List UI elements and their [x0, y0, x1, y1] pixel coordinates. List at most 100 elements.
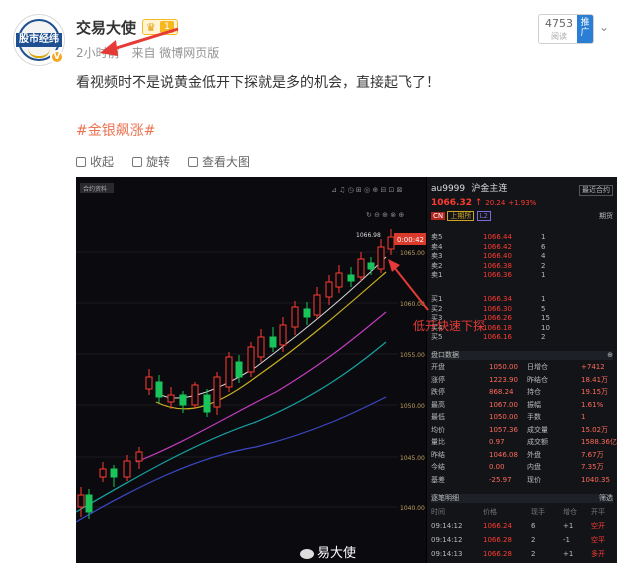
stat-value: 7.67万: [581, 450, 604, 459]
orderbook-row[interactable]: 卖4 1066.42 6: [431, 243, 613, 252]
view-large-button[interactable]: 查看大图: [188, 153, 250, 170]
tag-l2: L2: [476, 211, 491, 221]
orderbook-row[interactable]: 买2 1066.30 5: [431, 305, 613, 314]
stats-title: 盘口数据: [431, 351, 459, 359]
moving-averages: [76, 256, 387, 523]
latest-price-label: 1066.98: [356, 232, 381, 239]
candle-body: [99, 468, 107, 478]
stat-key: 昨结仓: [527, 375, 548, 384]
stat-value: 1: [581, 413, 586, 421]
trade-kind: 空平: [591, 536, 605, 544]
orderbook-row[interactable]: 卖3 1066.40 4: [431, 252, 613, 261]
crown-icon: ♛: [146, 21, 156, 34]
orderbook-row[interactable]: 卖2 1066.38 2: [431, 262, 613, 271]
trades-header: 时间 价格 现手 增仓 开平: [431, 508, 613, 517]
orderbook-row[interactable]: 卖5 1066.44 1: [431, 233, 613, 242]
avatar-text: 股市经纬: [16, 33, 62, 47]
username[interactable]: 交易大使: [76, 17, 136, 38]
orderbook-row[interactable]: 买5 1066.16 2: [431, 333, 613, 342]
tag-cn: CN: [431, 212, 446, 220]
stats-row: 涨停 1223.90 昨结仓 18.41万: [431, 376, 613, 385]
candle-body: [347, 274, 355, 282]
post-image[interactable]: 合约资料 ⊿ ♫ ◷ ⊞ ◎ ⊕ ⊟ ⊡ ⊠ ↻ ⊖ ⊕ ⊗ ⊕ 1065.00…: [76, 177, 617, 563]
candle-body: [179, 394, 187, 406]
stat-key: 基差: [431, 475, 445, 484]
hashtag-link[interactable]: #金银飙涨#: [76, 120, 155, 140]
stat-key: 内盘: [527, 463, 541, 471]
candle-body: [123, 460, 131, 478]
level-label: 卖5: [431, 233, 443, 241]
candle-body: [110, 468, 118, 478]
level-price: 1066.38: [483, 261, 512, 270]
filter-button[interactable]: 筛选: [599, 494, 613, 503]
stat-value: 1050.00: [489, 413, 518, 421]
level-vol: 2: [541, 333, 546, 341]
stat-value: 15.02万: [581, 425, 609, 434]
stat-value: 18.41万: [581, 375, 609, 384]
stat-value: -25.97: [489, 475, 512, 484]
stat-key: 今结: [431, 463, 445, 471]
quote-price-row: 1066.32 ↑ 20.24 +1.93%: [431, 199, 613, 208]
futures-label: 期货: [599, 212, 613, 220]
post-source: 来自 微博网页版: [131, 46, 220, 60]
col-price: 价格: [483, 508, 497, 516]
price-axis: 1065.00 1060.00 1055.00 1050.00 1045.00 1040.…: [400, 250, 425, 512]
stat-value: 1588.36亿: [581, 438, 617, 446]
member-level-badge[interactable]: ♛ 1: [142, 19, 178, 35]
rotate-button[interactable]: 旋转: [132, 153, 170, 170]
orderbook-row[interactable]: 卖1 1066.36 1: [431, 271, 613, 280]
trade-time: 09:14:12: [431, 536, 463, 544]
read-count-box: 4753 阅读 推广: [538, 14, 594, 44]
stat-key: 振幅: [527, 400, 541, 409]
stat-value: 19.15万: [581, 388, 609, 396]
trade-kind: 多开: [591, 550, 605, 558]
candle-body: [279, 324, 287, 346]
stats-row: 昨结 1046.08 外盘 7.67万: [431, 451, 613, 460]
candle-body: [167, 394, 175, 403]
stats-row: 量比 0.97 成交额 1588.36亿: [431, 438, 617, 447]
candle-body: [191, 384, 199, 406]
price-tick-label: 1045.00: [400, 455, 425, 462]
post-time[interactable]: 2小时前: [76, 46, 120, 60]
level-vol: 5: [541, 304, 546, 313]
stats-row: 最高 1067.00 振幅 1.61%: [431, 401, 613, 410]
trade-time: 09:14:12: [431, 522, 463, 530]
candle-body: [235, 361, 243, 378]
collapse-button[interactable]: 收起: [76, 153, 114, 170]
price-tick-label: 1040.00: [400, 505, 425, 512]
view-large-label: 查看大图: [202, 155, 251, 169]
trade-vol: 2: [531, 550, 536, 558]
countdown-timer: 0:00:42: [397, 236, 424, 244]
promote-button[interactable]: 推广: [577, 15, 593, 43]
stat-key: 手数: [527, 413, 541, 421]
level-label: 卖1: [431, 271, 443, 279]
level-label: 买5: [431, 333, 443, 341]
svg-text:⊿ ♫ ◷ ⊞ ◎ ⊕ ⊟ ⊡ ⊠: ⊿ ♫ ◷ ⊞ ◎ ⊕ ⊟ ⊡ ⊠: [331, 186, 402, 194]
orderbook-row[interactable]: 买1 1066.34 1: [431, 295, 613, 304]
candlestick-chart: 合约资料 ⊿ ♫ ◷ ⊞ ◎ ⊕ ⊟ ⊡ ⊠ ↻ ⊖ ⊕ ⊗ ⊕ 1065.00…: [76, 177, 426, 563]
candle-body: [77, 494, 85, 508]
level-number: 1: [160, 21, 174, 33]
svg-text:↻ ⊖ ⊕ ⊗ ⊕: ↻ ⊖ ⊕ ⊗ ⊕: [366, 211, 404, 219]
chevron-down-icon[interactable]: ⌄: [599, 20, 609, 34]
collapse-label: 收起: [90, 155, 115, 169]
weibo-logo-icon: [300, 548, 314, 559]
candle-body: [335, 272, 343, 288]
collapse-panel-icon[interactable]: ⊕: [607, 351, 613, 360]
candle-body: [213, 376, 221, 408]
col-time: 时间: [431, 508, 445, 516]
level-vol: 1: [541, 271, 546, 279]
symbol-name: 沪金主连: [471, 184, 508, 194]
col-vol: 现手: [531, 508, 545, 516]
stats-row: 均价 1057.36 成交量 15.02万: [431, 426, 613, 435]
trade-kind: 空开: [591, 522, 605, 530]
stat-value: +7412: [581, 363, 605, 371]
read-count: 4753: [545, 17, 573, 30]
recent-contract-button[interactable]: 最近合约: [579, 185, 613, 196]
stat-key: 最低: [431, 413, 445, 421]
trades-title[interactable]: 逐笔明细: [431, 494, 459, 502]
chart-annotation: 低开快速下探: [413, 319, 486, 333]
price-change: 20.24: [485, 199, 506, 207]
toolbar-icons: ⊿ ♫ ◷ ⊞ ◎ ⊕ ⊟ ⊡ ⊠ ↻ ⊖ ⊕ ⊗ ⊕: [331, 186, 404, 219]
candle-body: [225, 356, 233, 388]
